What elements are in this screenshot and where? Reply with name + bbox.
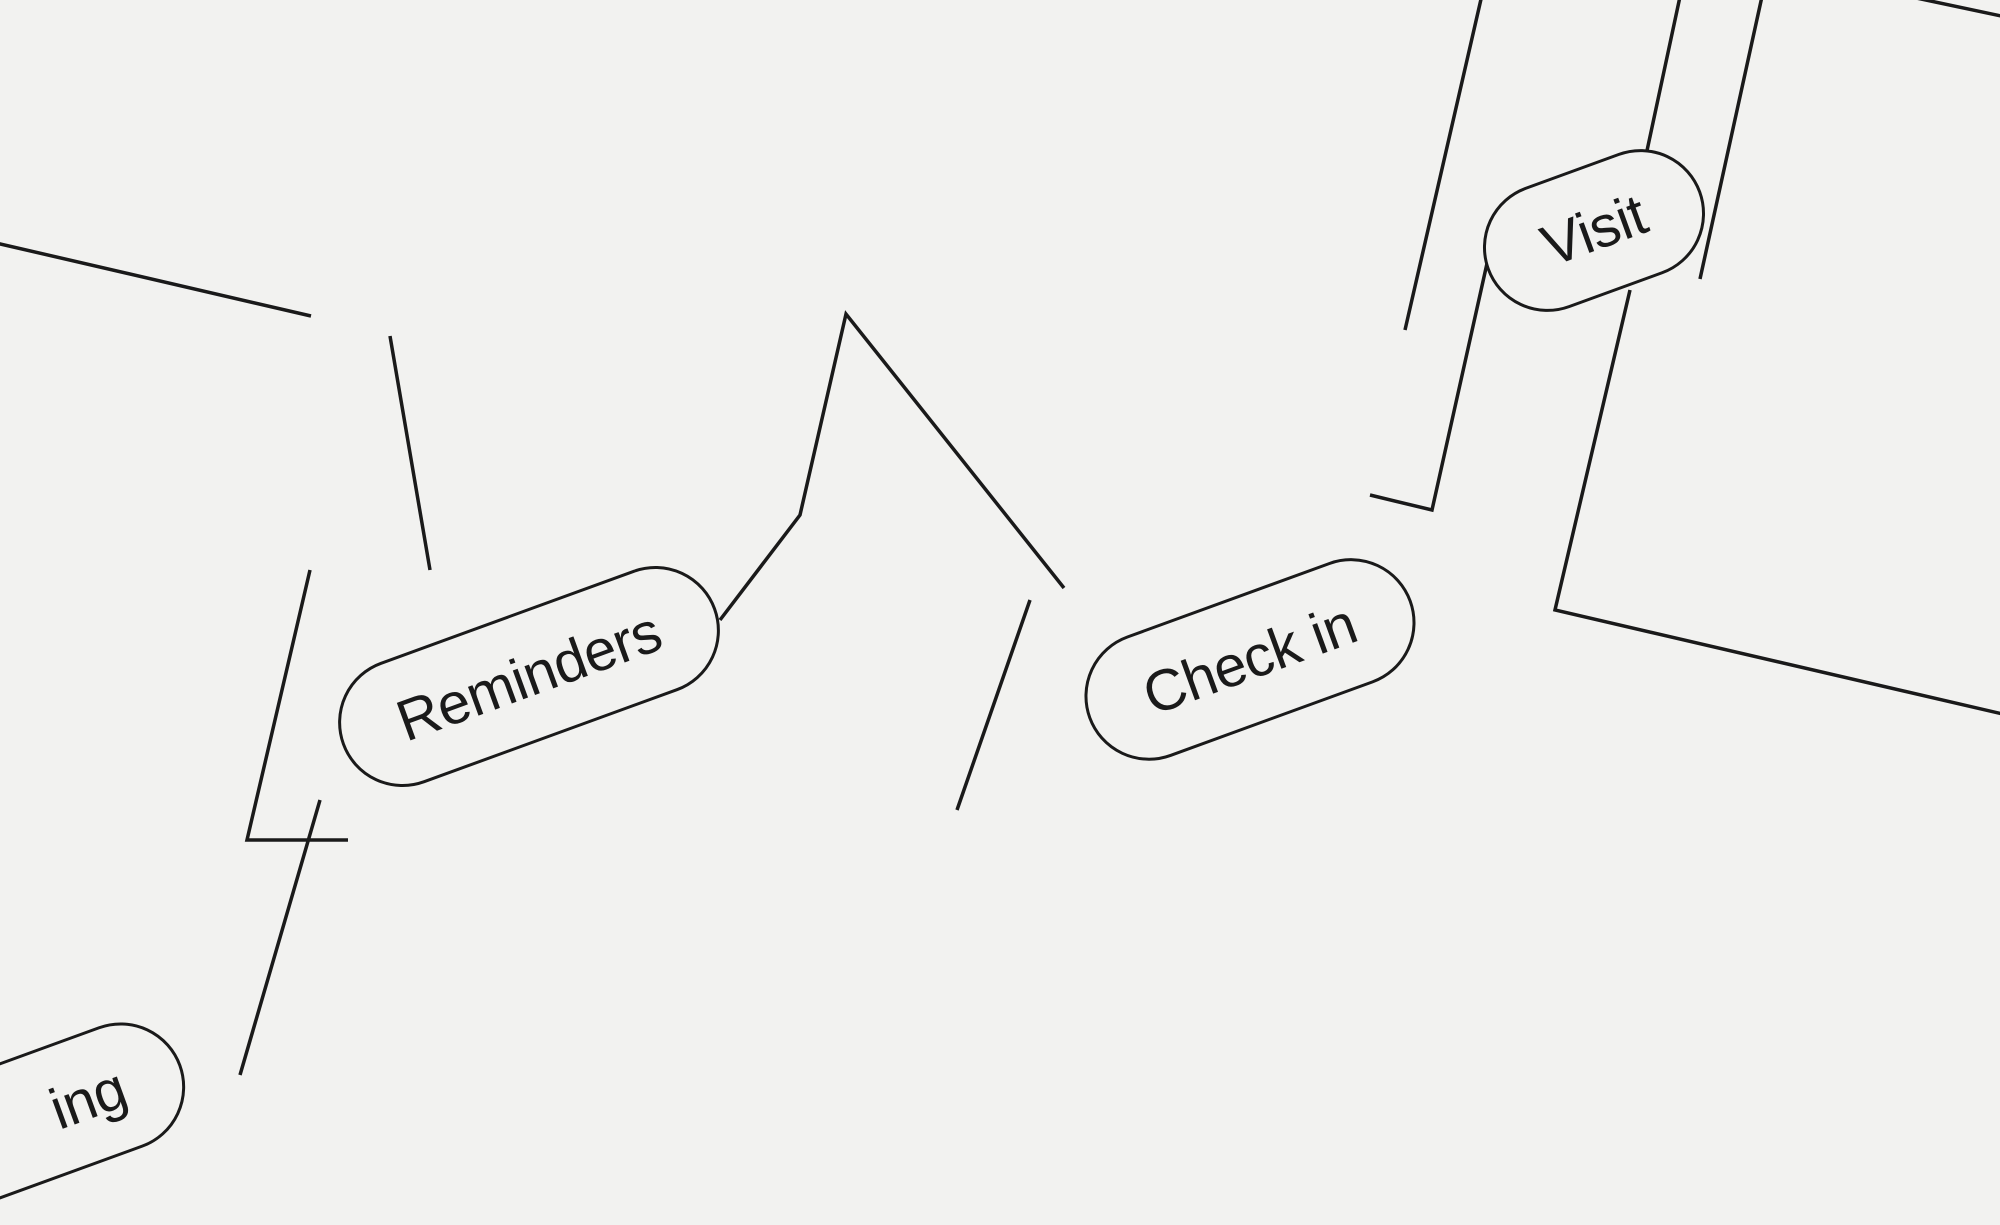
node-partial-bottom-left-label: ing (41, 1055, 135, 1142)
connector-lines (0, 0, 2000, 1125)
node-visit-label: Visit (1533, 182, 1655, 279)
diagram-canvas: Visit Check in Reminders ing (0, 0, 2000, 1125)
